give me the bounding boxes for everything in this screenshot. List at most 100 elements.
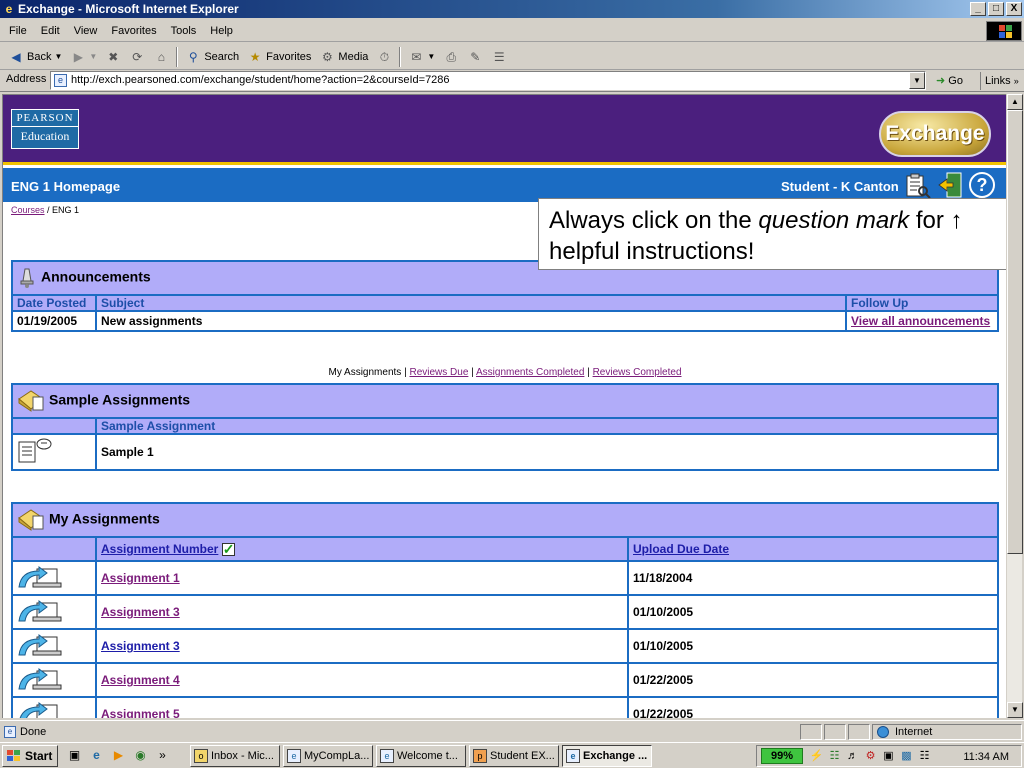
ie-icon: e [566,749,580,763]
menu-tools[interactable]: Tools [164,20,204,42]
refresh-button[interactable]: ⟳ [125,46,149,68]
go-arrow-icon: ➜ [936,75,946,87]
task-welcome[interactable]: e Welcome t... [376,745,466,767]
col-icon [11,536,97,562]
windows-flag-icon [7,750,20,761]
upload-arrow-icon[interactable] [17,699,63,719]
history-button[interactable]: ⏱ [372,46,396,68]
tab-assignments-completed[interactable]: Assignments Completed [476,367,584,378]
go-button[interactable]: ➜ Go [932,72,967,90]
upload-arrow-icon[interactable] [17,597,63,625]
pearson-logo: PEARSON Education [11,109,79,149]
discuss-button[interactable]: ☰ [487,46,511,68]
assignment-due-date: 11/18/2004 [627,560,999,596]
hardware-icon[interactable]: ⚙ [863,749,878,764]
task-inbox[interactable]: o Inbox - Mic... [190,745,280,767]
task-exchange[interactable]: e Exchange ... [562,745,652,767]
sample-cell-icon [11,433,97,471]
volume-icon[interactable]: ♬ [845,749,860,764]
outlook-icon: o [194,749,208,763]
sort-assignment-number-link[interactable]: Assignment Number [101,542,218,556]
status-bar: e Done Internet [0,720,1024,742]
menu-help[interactable]: Help [203,20,240,42]
view-all-announcements-link[interactable]: View all announcements [851,314,990,328]
media-player-icon[interactable]: ▶ [110,747,127,764]
breadcrumb-courses-link[interactable]: Courses [11,205,45,215]
media-button[interactable]: ⚙ Media [315,46,372,68]
search-button[interactable]: ⚲ Search [181,46,243,68]
task-student-ex[interactable]: p Student EX... [469,745,559,767]
scroll-up-icon[interactable]: ▲ [1007,94,1023,110]
mail-button[interactable]: ✉ ▼ [404,46,439,68]
menu-view[interactable]: View [67,20,105,42]
vertical-scrollbar[interactable]: ▲ ▼ [1006,94,1023,718]
menu-favorites[interactable]: Favorites [104,20,163,42]
assignment-icon-cell [11,560,97,596]
upload-arrow-icon[interactable] [17,563,63,591]
sample-document-icon[interactable] [17,436,53,466]
print-button[interactable]: ⎙ [439,46,463,68]
minimize-button[interactable]: _ [970,2,986,16]
tab-reviews-completed[interactable]: Reviews Completed [593,367,682,378]
table-row: Assignment 3 01/10/2005 [11,628,999,664]
power-plug-icon[interactable]: ⚡ [809,749,824,764]
close-button[interactable]: X [1006,2,1022,16]
assignment-link[interactable]: Assignment 5 [101,707,180,718]
battery-indicator[interactable]: 99% [761,748,803,764]
back-button[interactable]: ◀ Back ▼ [4,46,66,68]
upload-arrow-icon[interactable] [17,631,63,659]
display-icon[interactable]: ▩ [899,749,914,764]
clock[interactable]: 11:34 AM [963,749,1009,765]
monitor-icon[interactable]: ▣ [881,749,896,764]
announcements-table: Announcements Date Posted Subject Follow… [11,260,999,332]
status-segment [824,724,846,740]
table-row: Assignment 1 11/18/2004 [11,560,999,596]
assignment-link[interactable]: Assignment 3 [101,605,180,619]
stop-button[interactable]: ✖ [101,46,125,68]
help-callout: Always click on the question mark for ↑ … [538,198,1006,270]
mail-icon: ✉ [411,49,422,64]
lan-icon[interactable]: ☷ [917,749,932,764]
forward-button[interactable]: ▶ ▼ [66,46,101,68]
page-content: PEARSON Education Exchange ENG 1 Homepag… [2,94,1006,718]
app-quicklaunch-icon[interactable]: ◉ [132,747,149,764]
address-dropdown-icon[interactable]: ▼ [909,72,925,89]
show-desktop-icon[interactable]: ▣ [66,747,83,764]
menu-edit[interactable]: Edit [34,20,67,42]
maximize-button[interactable]: □ [988,2,1004,16]
favorites-button[interactable]: ★ Favorites [243,46,315,68]
help-button[interactable]: ? [969,172,995,198]
assignment-link[interactable]: Assignment 3 [101,639,180,653]
start-button[interactable]: Start [2,745,58,767]
page-done-icon: e [4,726,16,738]
assignment-icon-cell [11,594,97,630]
address-input[interactable]: e http://exch.pearsoned.com/exchange/stu… [50,71,926,90]
address-label: Address [6,73,47,85]
system-tray: 99% ⚡ ☷ ♬ ⚙ ▣ ▩ ☷ 11:34 AM [756,745,1022,767]
col-date-posted: Date Posted [11,294,97,312]
more-quicklaunch-icon[interactable]: » [154,747,171,764]
assignment-link[interactable]: Assignment 1 [101,571,180,585]
logout-door-icon[interactable] [937,171,965,199]
edit-button[interactable]: ✎ [463,46,487,68]
sample-assignments-caption: Sample Assignments [11,383,999,419]
tab-reviews-due[interactable]: Reviews Due [409,367,468,378]
scroll-thumb[interactable] [1007,110,1023,554]
status-text: e Done [2,724,46,740]
course-title: ENG 1 Homepage [11,179,121,194]
menu-file[interactable]: File [2,20,34,42]
scroll-down-icon[interactable]: ▼ [1007,702,1023,718]
assignment-link[interactable]: Assignment 4 [101,673,180,687]
sort-upload-due-date-link[interactable]: Upload Due Date [633,542,729,556]
profile-clipboard-icon[interactable] [903,171,931,199]
assignment-icon-cell [11,628,97,664]
home-button[interactable]: ⌂ [149,46,173,68]
links-button[interactable]: Links » [980,72,1024,90]
security-zone: Internet [872,724,1022,740]
status-segment [848,724,870,740]
network-icon[interactable]: ☷ [827,749,842,764]
upload-arrow-icon[interactable] [17,665,63,693]
taskbar: Start ▣ e ▶ ◉ » o Inbox - Mic... e MyCompL… [0,742,1024,768]
ie-quicklaunch-icon[interactable]: e [88,747,105,764]
task-mycomplab[interactable]: e MyCompLa... [283,745,373,767]
